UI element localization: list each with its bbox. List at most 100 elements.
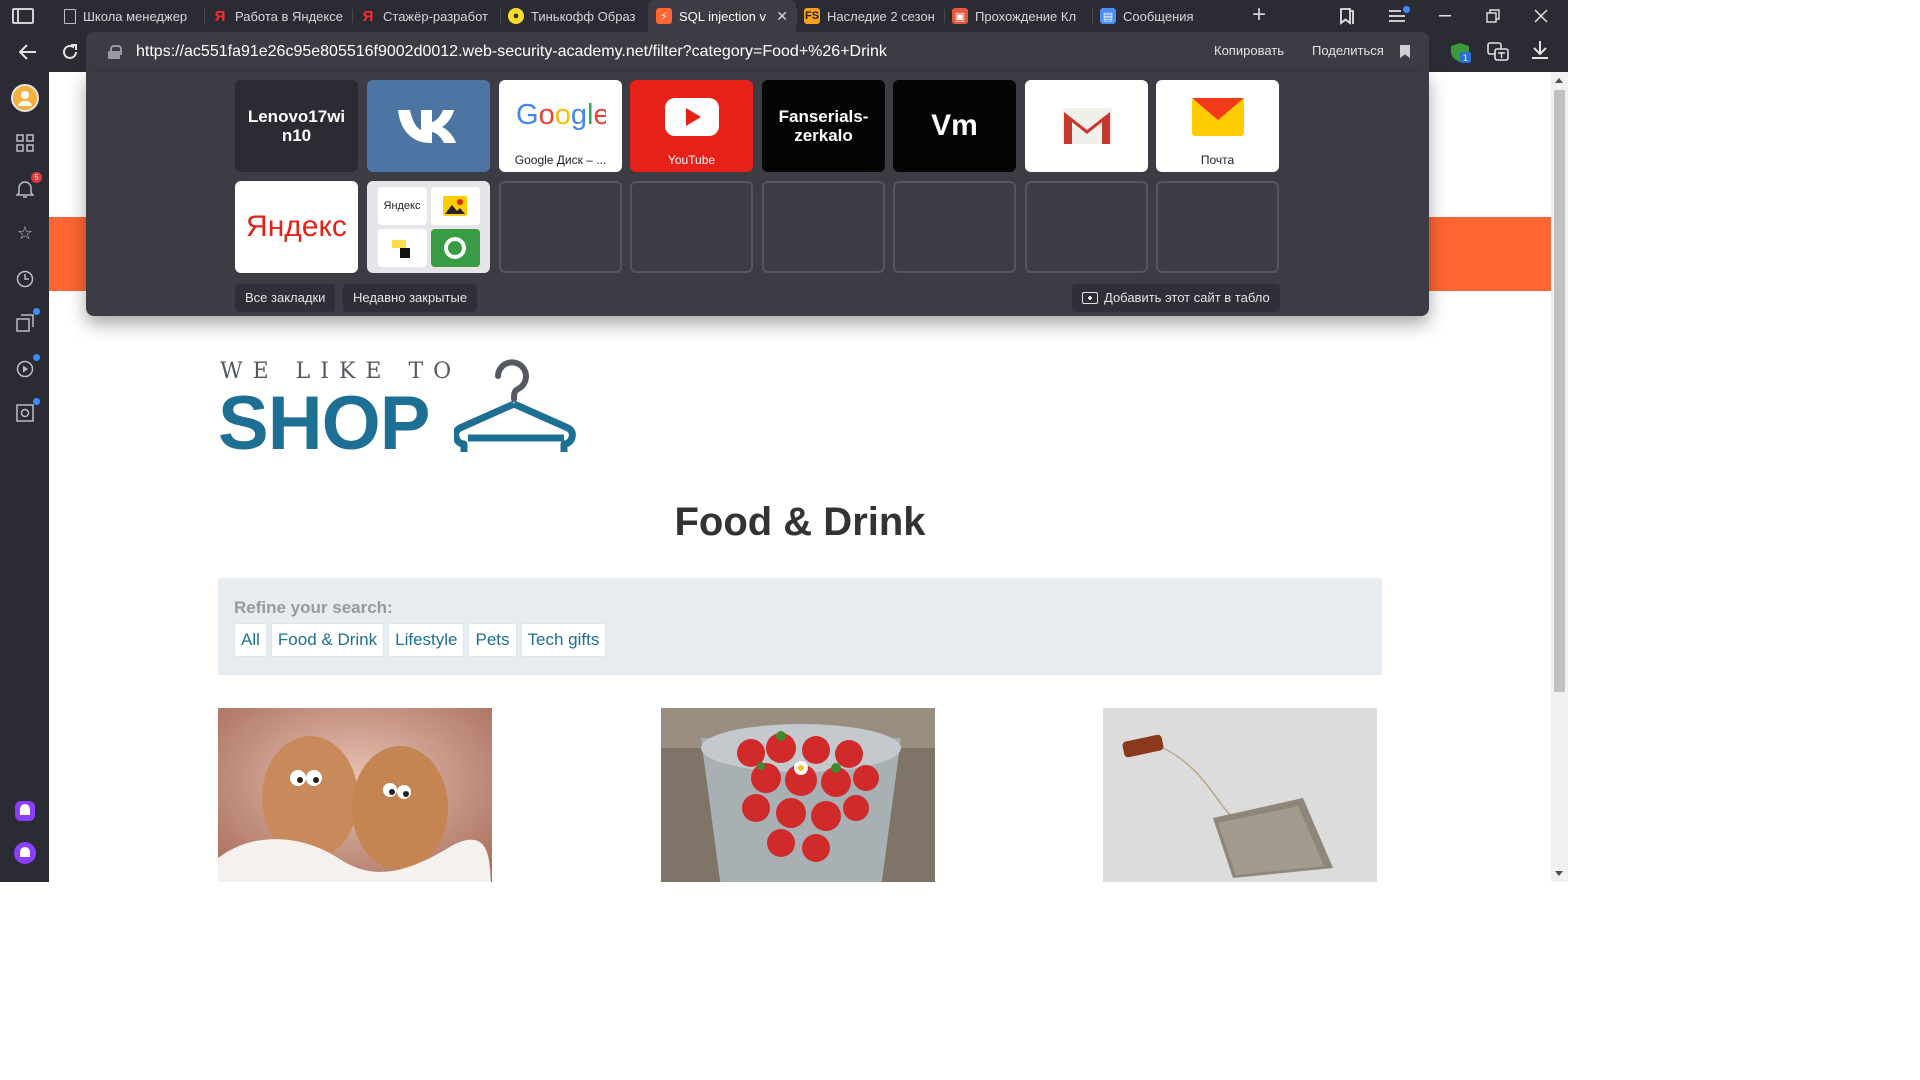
notification-badge: 5 [31,172,42,183]
tab-label: Сообщения [1123,8,1194,24]
tile-yandex[interactable]: Яндекс [235,181,358,273]
tab[interactable]: Я Работа в Яндексе [204,0,352,32]
tab[interactable]: ▤ Сообщения [1092,0,1240,32]
filter-pets[interactable]: Pets [468,623,517,657]
product-image-strawberries[interactable] [661,708,935,882]
game-icon: ▣ [952,8,968,24]
menu-icon[interactable] [1374,0,1420,32]
filter-tech-gifts[interactable]: Tech gifts [520,623,607,657]
refine-label: Refine your search: [234,598,393,617]
svg-text:Google: Google [516,99,606,131]
collections-icon[interactable] [12,308,40,336]
mini-yandex: Яндекс [377,187,427,225]
browser-sidebar: 5 ☆ [0,72,49,882]
tab[interactable]: ● Тинькофф Образ [500,0,648,32]
page-scrollbar[interactable] [1551,72,1568,882]
tile-title: Lenovo17wi n10 [247,107,346,145]
tile-empty[interactable] [1156,181,1279,273]
translate-icon[interactable] [1486,40,1510,64]
alice-assistant-icon[interactable] [12,840,38,866]
scroll-down-arrow-icon[interactable] [1555,871,1563,876]
all-bookmarks-button[interactable]: Все закладки [235,284,336,312]
filter-lifestyle[interactable]: Lifestyle [388,623,465,657]
video-play-icon[interactable] [12,354,40,382]
scroll-thumb[interactable] [1554,90,1565,692]
recently-closed-button[interactable]: Недавно закрытые [343,284,478,312]
add-site-label: Добавить этот сайт в табло [1104,290,1270,305]
reload-icon[interactable] [56,38,84,66]
history-clock-icon[interactable] [12,266,38,292]
tab-label: Наследие 2 сезон [827,8,935,24]
yandex-icon: Я [362,7,374,25]
add-site-button[interactable]: Добавить этот сайт в табло [1072,284,1280,312]
tile-youtube[interactable]: YouTube [630,80,753,172]
tab[interactable]: Я Стажёр-разработ [352,0,500,32]
close-window-icon[interactable] [1518,0,1564,32]
new-tab-button[interactable]: + [1252,3,1272,28]
tab[interactable]: FS Наследие 2 сезон [796,0,944,32]
vk-logo-icon [397,110,456,143]
filter-food-drink[interactable]: Food & Drink [270,623,385,657]
back-icon[interactable] [14,38,42,66]
tile-empty[interactable] [1025,181,1148,273]
tab-active[interactable]: ⚡ SQL injection v ✕ [648,0,796,32]
bookmarks-icon[interactable] [1324,0,1370,32]
tab-label: Работа в Яндексе [235,8,343,24]
gmail-logo-icon [1061,108,1112,144]
download-icon[interactable] [1528,40,1552,64]
tile-fanserials[interactable]: Fanserials- zerkalo [762,80,885,172]
tile-yandex-folder[interactable]: Яндекс [367,181,490,273]
tile-gmail[interactable] [1025,80,1148,172]
product-image-eggs[interactable] [218,708,492,882]
tile-empty[interactable] [499,181,622,273]
tab[interactable]: ▣ Прохождение Кл [944,0,1092,32]
tile-title: Fanserials- zerkalo [778,107,869,145]
add-tile-icon [1082,292,1098,304]
tile-title: Vm [931,109,978,142]
tile-vm[interactable]: Vm [893,80,1016,172]
filter-all[interactable]: All [234,623,267,657]
notification-dot [33,308,40,315]
image-search-icon[interactable] [12,398,40,426]
tab-label: SQL injection v [679,8,766,24]
notifications-bell-icon[interactable]: 5 [12,172,42,202]
tab-strip: Школа менеджер Я Работа в Яндексе Я Стаж… [56,0,1240,32]
shield-extension-icon[interactable]: 1 [1448,40,1472,64]
share-button[interactable]: Поделиться [1312,43,1384,58]
minimize-icon[interactable] [1422,0,1468,32]
tile-yandex-mail[interactable]: Почта [1156,80,1279,172]
tab-label: Тинькофф Образ [531,8,636,24]
restore-icon[interactable] [1470,0,1516,32]
messages-icon: ▤ [1100,8,1116,24]
mini-images-icon [430,187,480,225]
shop-logo[interactable]: WE LIKE TO SHOP [218,358,578,466]
lock-icon[interactable] [108,45,122,59]
bookmark-icon[interactable] [1400,45,1410,58]
svg-text:1: 1 [1463,54,1469,64]
tile-vk[interactable] [367,80,490,172]
star-icon[interactable]: ☆ [12,220,38,246]
tile-lenovo[interactable]: Lenovo17wi n10 [235,80,358,172]
tile-empty[interactable] [630,181,753,273]
document-icon [64,8,76,24]
mail-envelope-icon [1191,98,1244,136]
scroll-up-arrow-icon[interactable] [1555,78,1563,83]
profile-avatar[interactable] [11,84,39,112]
category-filters: All Food & Drink Lifestyle Pets Tech gif… [234,623,607,657]
url-input[interactable]: https://ac551fa91e26c95e805516f9002d0012… [136,41,1136,63]
close-tab-icon[interactable]: ✕ [776,8,788,25]
tile-empty[interactable] [893,181,1016,273]
tile-google-drive[interactable]: Google Google Диск – ... [499,80,622,172]
yandex-icon: Я [214,7,226,25]
services-grid-icon[interactable] [12,130,38,156]
messenger-icon[interactable] [12,798,38,824]
tile-empty[interactable] [762,181,885,273]
product-image-teabag[interactable] [1103,708,1377,882]
copy-button[interactable]: Копировать [1214,43,1284,58]
portswigger-icon: ⚡ [656,8,672,24]
tab[interactable]: Школа менеджер [56,0,204,32]
address-bar[interactable]: https://ac551fa91e26c95e805516f9002d0012… [86,32,1429,72]
tile-caption: Google Диск – ... [514,153,607,167]
sidebar-toggle-icon[interactable] [12,8,34,24]
logo-wordmark: SHOP [218,381,430,466]
